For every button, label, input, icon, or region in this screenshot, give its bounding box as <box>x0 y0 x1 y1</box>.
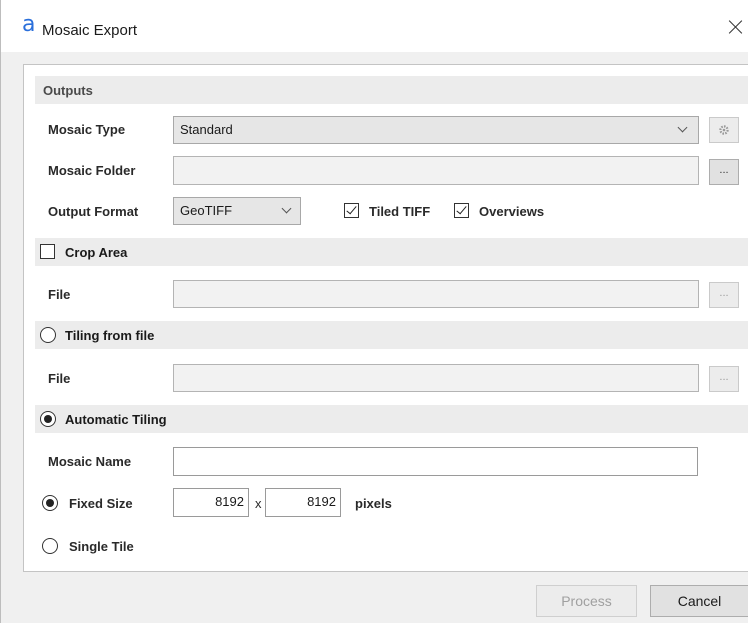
single-tile-label: Single Tile <box>69 539 134 554</box>
fixed-size-width-value: 8192 <box>215 494 244 509</box>
overviews-checkbox[interactable] <box>454 203 469 218</box>
tiling-from-file-header-label: Tiling from file <box>65 328 155 343</box>
output-format-value: GeoTIFF <box>180 203 233 218</box>
fixed-size-unit: pixels <box>355 496 392 511</box>
tiled-tiff-label: Tiled TIFF <box>369 204 431 219</box>
fixed-size-height-value: 8192 <box>307 494 336 509</box>
crop-area-checkbox[interactable] <box>40 244 55 259</box>
automatic-tiling-header-label: Automatic Tiling <box>65 412 167 427</box>
mosaic-type-select[interactable]: Standard <box>173 116 699 144</box>
mosaic-name-input[interactable] <box>173 447 698 476</box>
chevron-down-icon <box>281 203 292 214</box>
title-bar: a Mosaic Export <box>1 0 748 52</box>
outputs-section-header: Outputs <box>35 76 748 104</box>
window-title: Mosaic Export <box>42 22 138 39</box>
crop-area-section-header: Crop Area <box>35 238 748 266</box>
tiling-from-file-section-header: Tiling from file <box>35 321 748 349</box>
fixed-size-radio[interactable] <box>42 495 58 511</box>
fixed-size-label: Fixed Size <box>69 496 133 511</box>
fixed-size-height-input[interactable]: 8192 <box>265 488 341 517</box>
mosaic-folder-input[interactable] <box>173 156 699 185</box>
fixed-size-width-input[interactable]: 8192 <box>173 488 249 517</box>
outputs-header-label: Outputs <box>43 83 93 98</box>
single-tile-radio[interactable] <box>42 538 58 554</box>
mosaic-folder-browse-button[interactable]: ... <box>709 159 739 185</box>
tiled-tiff-checkbox[interactable] <box>344 203 359 218</box>
crop-file-browse-button[interactable]: ... <box>709 282 739 308</box>
mosaic-type-settings-button[interactable] <box>709 117 739 143</box>
app-logo-icon: a <box>22 12 36 37</box>
tiling-file-input[interactable] <box>173 364 699 392</box>
export-settings-panel: Outputs Mosaic Type Standard Mosaic Fold… <box>23 64 748 572</box>
mosaic-type-label: Mosaic Type <box>48 122 126 137</box>
output-format-select[interactable]: GeoTIFF <box>173 197 301 225</box>
process-button[interactable]: Process <box>536 585 637 617</box>
fixed-size-separator: x <box>255 496 262 511</box>
output-format-label: Output Format <box>48 204 139 219</box>
tiling-file-label: File <box>48 371 71 386</box>
overviews-label: Overviews <box>479 204 545 219</box>
mosaic-export-dialog: a Mosaic Export Outputs Mosaic Type Stan… <box>0 0 748 623</box>
crop-file-label: File <box>48 287 71 302</box>
automatic-tiling-radio[interactable] <box>40 411 56 427</box>
tiling-file-browse-button[interactable]: ... <box>709 366 739 392</box>
mosaic-name-label: Mosaic Name <box>48 454 132 469</box>
crop-area-header-label: Crop Area <box>65 245 128 260</box>
tiling-from-file-radio[interactable] <box>40 327 56 343</box>
chevron-down-icon <box>677 122 688 133</box>
close-icon[interactable] <box>723 14 748 44</box>
crop-file-input[interactable] <box>173 280 699 308</box>
cancel-button[interactable]: Cancel <box>650 585 748 617</box>
mosaic-type-value: Standard <box>180 122 233 137</box>
automatic-tiling-section-header: Automatic Tiling <box>35 405 748 433</box>
gear-icon <box>719 125 729 135</box>
mosaic-folder-label: Mosaic Folder <box>48 163 136 178</box>
